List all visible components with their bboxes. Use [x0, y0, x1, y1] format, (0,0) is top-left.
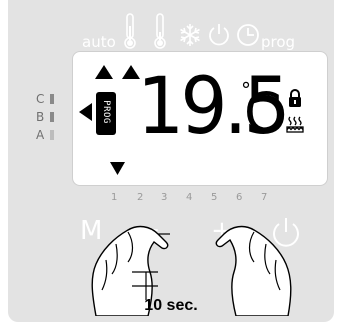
triangle-left-icon [79, 103, 92, 121]
day-number: 4 [186, 192, 193, 203]
prog-mode-label: prog [261, 33, 296, 51]
day-number: 7 [261, 192, 268, 203]
clock-icon [235, 22, 261, 53]
auto-mode-label: auto [82, 33, 116, 51]
day-number: 6 [236, 192, 243, 203]
lcd-display: PROG 19.5 ° C [72, 51, 328, 186]
lock-icon [289, 89, 301, 107]
triangle-up-icon [95, 65, 113, 79]
prog-indicator: PROG [96, 92, 116, 135]
zone-bar-b [50, 112, 54, 122]
thermometer-icon [153, 12, 167, 55]
thermostat-panel: auto prog C B A PROG 19.5 ° C 1 2 3 4 5 … [8, 0, 334, 322]
zone-label-a: A [36, 128, 45, 142]
thermometer-icon [123, 12, 137, 55]
prog-indicator-text: PROG [101, 100, 111, 124]
zone-bar-a [50, 130, 54, 140]
triangle-down-icon [110, 162, 125, 175]
power-icon [206, 22, 232, 53]
temperature-unit: C [244, 81, 282, 144]
day-number: 2 [137, 192, 144, 203]
day-number: 3 [161, 192, 168, 203]
hold-duration-label: 10 sec. [144, 297, 198, 314]
zone-label-b: B [36, 110, 45, 124]
zone-bar-c [50, 94, 54, 104]
day-number: 5 [211, 192, 218, 203]
snowflake-icon [177, 22, 203, 53]
heater-icon [286, 116, 304, 133]
day-number: 1 [111, 192, 118, 203]
zone-label-c: C [36, 92, 45, 106]
